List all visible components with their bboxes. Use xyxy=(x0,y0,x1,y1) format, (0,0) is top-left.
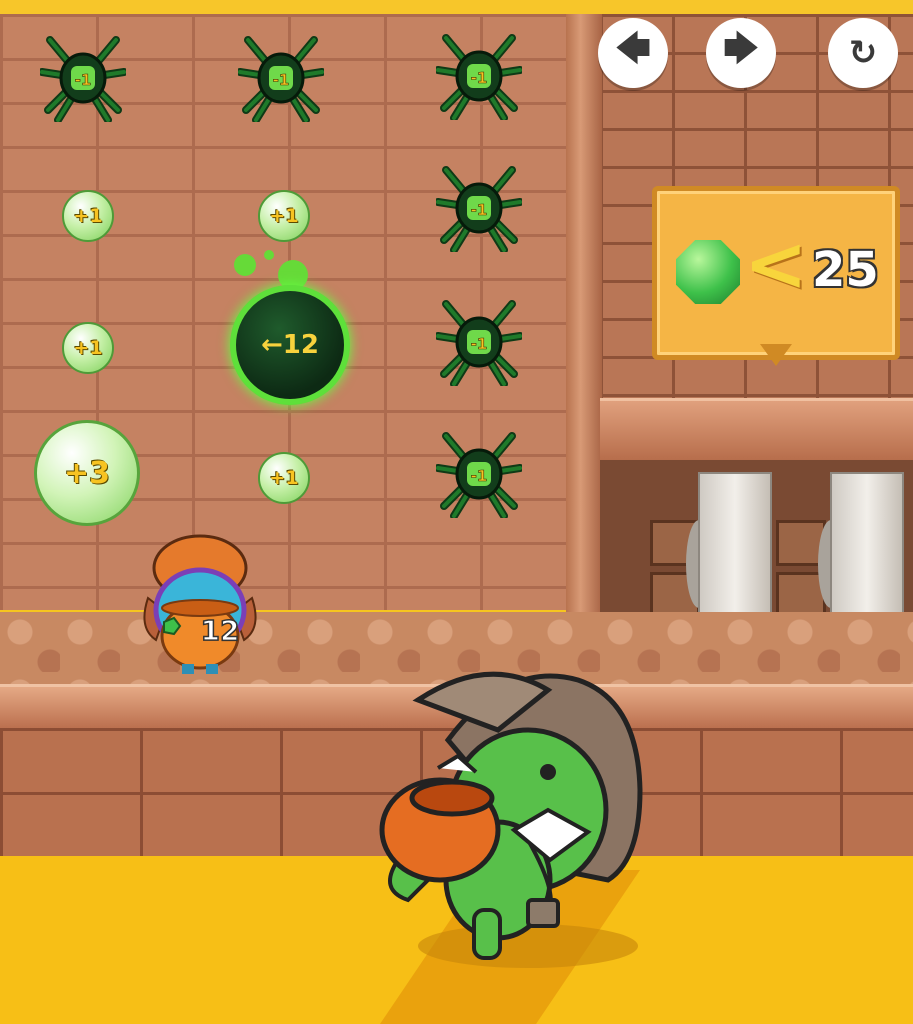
gem-plus-three[interactable]: +3 xyxy=(34,420,140,526)
gem-plus-one[interactable]: +1 xyxy=(62,322,114,374)
gem-stealer-bomb[interactable]: ←12 xyxy=(230,285,350,405)
spider-enemy[interactable]: -1 xyxy=(38,32,128,124)
spider-value: -1 xyxy=(471,467,488,485)
gem-value: +1 xyxy=(73,205,103,227)
spider-enemy[interactable]: -1 xyxy=(434,162,524,254)
gem-value: +1 xyxy=(73,337,103,359)
spider-icon: -1 xyxy=(236,36,326,124)
arrow-left-icon: 🡄 xyxy=(615,28,651,69)
gem-plus-one[interactable]: +1 xyxy=(62,190,114,242)
spider-icon: -1 xyxy=(434,166,524,254)
spider-value: -1 xyxy=(471,69,488,87)
spider-enemy[interactable]: -1 xyxy=(434,296,524,388)
spider-value: -1 xyxy=(471,201,488,219)
back-button[interactable]: 🡄 xyxy=(598,18,668,88)
top-band xyxy=(0,0,913,14)
gem-value: +1 xyxy=(269,205,299,227)
spider-value: -1 xyxy=(75,71,92,89)
player-gem-count: 12 xyxy=(201,614,240,647)
restart-icon: ↻ xyxy=(848,33,878,73)
game-scene: 🡄 🡆 ↻ -1 -1 -1 -1 -1 -1 +1 +1 +1 +3 +1 ←… xyxy=(0,0,913,1024)
gem-plus-one[interactable]: +1 xyxy=(258,190,310,242)
gem-value: +3 xyxy=(63,455,110,491)
spider-icon: -1 xyxy=(434,300,524,388)
restart-button[interactable]: ↻ xyxy=(828,18,898,88)
spider-icon: -1 xyxy=(434,432,524,520)
temple-ledge xyxy=(600,398,913,463)
gem-plus-one[interactable]: +1 xyxy=(258,452,310,504)
player-character[interactable]: 12 xyxy=(138,528,262,676)
comparison-operator: < xyxy=(744,219,808,308)
gem-value: +1 xyxy=(269,467,299,489)
sign-pointer xyxy=(760,344,792,366)
arrow-right-icon: 🡆 xyxy=(723,28,759,69)
target-number: 25 xyxy=(812,242,879,298)
spider-icon: -1 xyxy=(38,36,128,124)
spider-enemy[interactable]: -1 xyxy=(434,428,524,520)
spider-value: -1 xyxy=(471,335,488,353)
spider-value: -1 xyxy=(273,71,290,89)
slime-drip xyxy=(264,250,274,260)
spider-enemy[interactable]: -1 xyxy=(434,30,524,122)
slime-drip xyxy=(234,254,256,276)
explorer-frog-character xyxy=(379,671,643,968)
spider-icon: -1 xyxy=(434,34,524,122)
spider-enemy[interactable]: -1 xyxy=(236,32,326,124)
wall-pillar xyxy=(566,14,602,614)
bomb-value: ←12 xyxy=(261,330,319,360)
forward-button[interactable]: 🡆 xyxy=(706,18,776,88)
